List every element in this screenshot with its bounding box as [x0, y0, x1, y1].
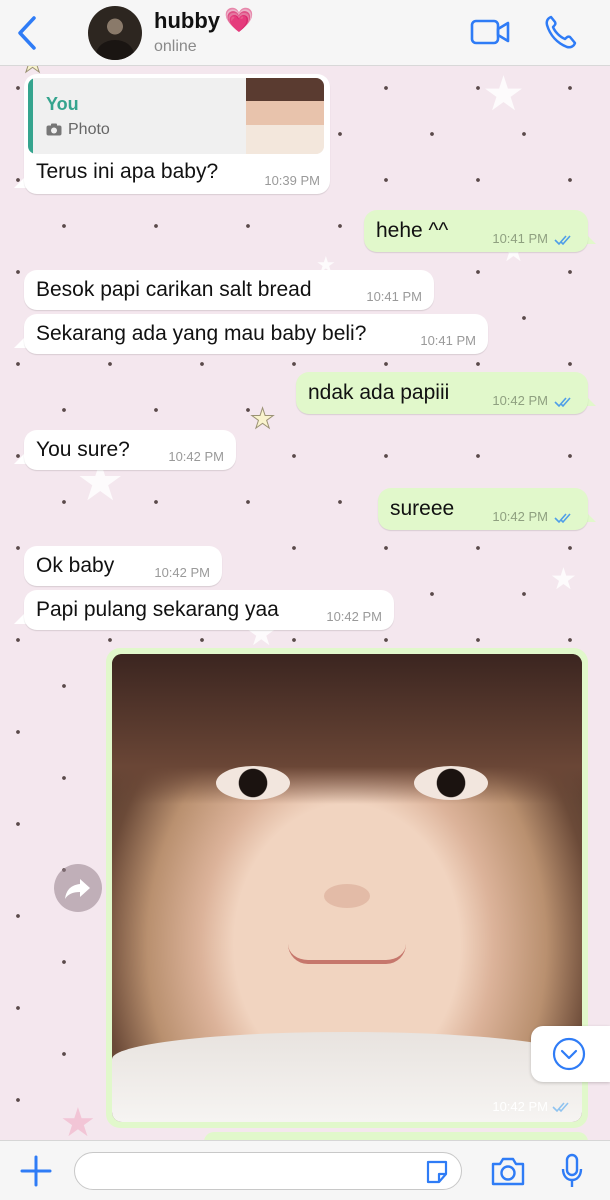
- photo-mouth: [288, 944, 406, 964]
- read-receipt-icon: [554, 235, 571, 246]
- video-call-button[interactable]: [470, 16, 510, 48]
- message-time: 10:39 PM: [264, 173, 320, 188]
- quoted-reply[interactable]: You Photo: [28, 78, 324, 154]
- quote-photo-thumbnail: [246, 78, 324, 154]
- photo-eye: [216, 766, 290, 800]
- message-time: 10:42 PM: [168, 449, 224, 464]
- photo-nose: [324, 884, 370, 908]
- forward-button[interactable]: [54, 864, 102, 912]
- read-receipt-icon: [552, 1102, 569, 1113]
- message-incoming[interactable]: You sure? 10:42 PM: [24, 430, 236, 470]
- camera-icon: [491, 1157, 525, 1186]
- read-receipt-icon: [554, 397, 571, 408]
- message-time: 10:41 PM: [420, 333, 476, 348]
- message-text: Terus ini apa baby?: [36, 160, 219, 183]
- sticker-button[interactable]: [424, 1159, 450, 1185]
- wallpaper-star-icon: ★: [482, 68, 526, 121]
- attach-button[interactable]: [18, 1153, 54, 1189]
- contact-avatar[interactable]: [88, 6, 142, 60]
- message-text: Besok papi carikan salt bread: [36, 278, 312, 301]
- message-outgoing-partial: [204, 1132, 588, 1140]
- message-time: 10:42 PM: [492, 393, 548, 408]
- wallpaper-star-icon: ★: [249, 403, 276, 435]
- wallpaper-star-icon: ★: [60, 1101, 96, 1140]
- message-input[interactable]: [74, 1152, 462, 1190]
- message-text: sureee: [390, 497, 455, 520]
- chat-area[interactable]: ★ ★ ★ ★ ★ ★ ★ ★ ★ You Photo Terus ini ap…: [0, 66, 610, 1140]
- contact-status: online: [154, 38, 197, 55]
- scroll-to-bottom-button[interactable]: [531, 1026, 610, 1082]
- message-incoming[interactable]: Papi pulang sekarang yaa 10:42 PM: [24, 590, 394, 630]
- voice-call-button[interactable]: [543, 14, 577, 50]
- back-button[interactable]: [12, 14, 46, 52]
- phone-icon: [545, 15, 577, 49]
- quote-accent-bar: [28, 78, 33, 154]
- message-time: 10:41 PM: [366, 289, 422, 304]
- voice-message-button[interactable]: [560, 1153, 584, 1189]
- photo-attachment[interactable]: 10:42 PM: [112, 654, 582, 1122]
- contact-name: hubby: [154, 8, 220, 33]
- camera-icon: [46, 123, 62, 136]
- message-outgoing[interactable]: hehe ^^ 10:41 PM: [364, 210, 588, 252]
- chevron-left-icon: [18, 16, 36, 50]
- video-camera-icon: [470, 19, 510, 45]
- message-incoming[interactable]: Besok papi carikan salt bread 10:41 PM: [24, 270, 434, 310]
- message-incoming[interactable]: Sekarang ada yang mau baby beli? 10:41 P…: [24, 314, 488, 354]
- forward-arrow-icon: [65, 879, 90, 899]
- chevron-down-circle-icon: [552, 1037, 586, 1071]
- message-outgoing[interactable]: sureee 10:42 PM: [378, 488, 588, 530]
- message-text: You sure?: [36, 438, 130, 461]
- microphone-icon: [561, 1153, 583, 1187]
- heart-emoji: 💗: [224, 7, 254, 34]
- message-outgoing-photo[interactable]: 10:42 PM: [106, 648, 588, 1128]
- plus-icon: [20, 1155, 52, 1187]
- message-time: 10:42 PM: [326, 609, 382, 624]
- message-text: Ok baby: [36, 554, 115, 577]
- message-text: Papi pulang sekarang yaa: [36, 598, 279, 621]
- photo-eye: [414, 766, 488, 800]
- message-incoming[interactable]: You Photo Terus ini apa baby? 10:39 PM: [24, 74, 330, 194]
- quote-author: You: [46, 94, 79, 114]
- camera-button[interactable]: [490, 1155, 526, 1187]
- message-time: 10:42 PM: [492, 509, 548, 524]
- message-text: Sekarang ada yang mau baby beli?: [36, 322, 367, 345]
- sticker-icon: [426, 1160, 448, 1184]
- chat-header: hubby 💗 online: [0, 0, 610, 66]
- photo-hair: [112, 654, 582, 804]
- message-incoming[interactable]: Ok baby 10:42 PM: [24, 546, 222, 586]
- wallpaper-star-icon: ★: [550, 563, 577, 596]
- read-receipt-icon: [554, 513, 571, 524]
- message-text: hehe ^^: [376, 219, 449, 242]
- quote-type: Photo: [68, 121, 110, 138]
- message-time: 10:42 PM: [154, 565, 210, 580]
- message-time: 10:42 PM: [492, 1099, 548, 1114]
- message-time: 10:41 PM: [492, 231, 548, 246]
- message-text: ndak ada papiii: [308, 381, 450, 404]
- contact-name-row[interactable]: hubby 💗: [154, 6, 254, 35]
- input-bar: [0, 1140, 610, 1200]
- avatar-figure: [96, 40, 134, 60]
- message-outgoing[interactable]: ndak ada papiii 10:42 PM: [296, 372, 588, 414]
